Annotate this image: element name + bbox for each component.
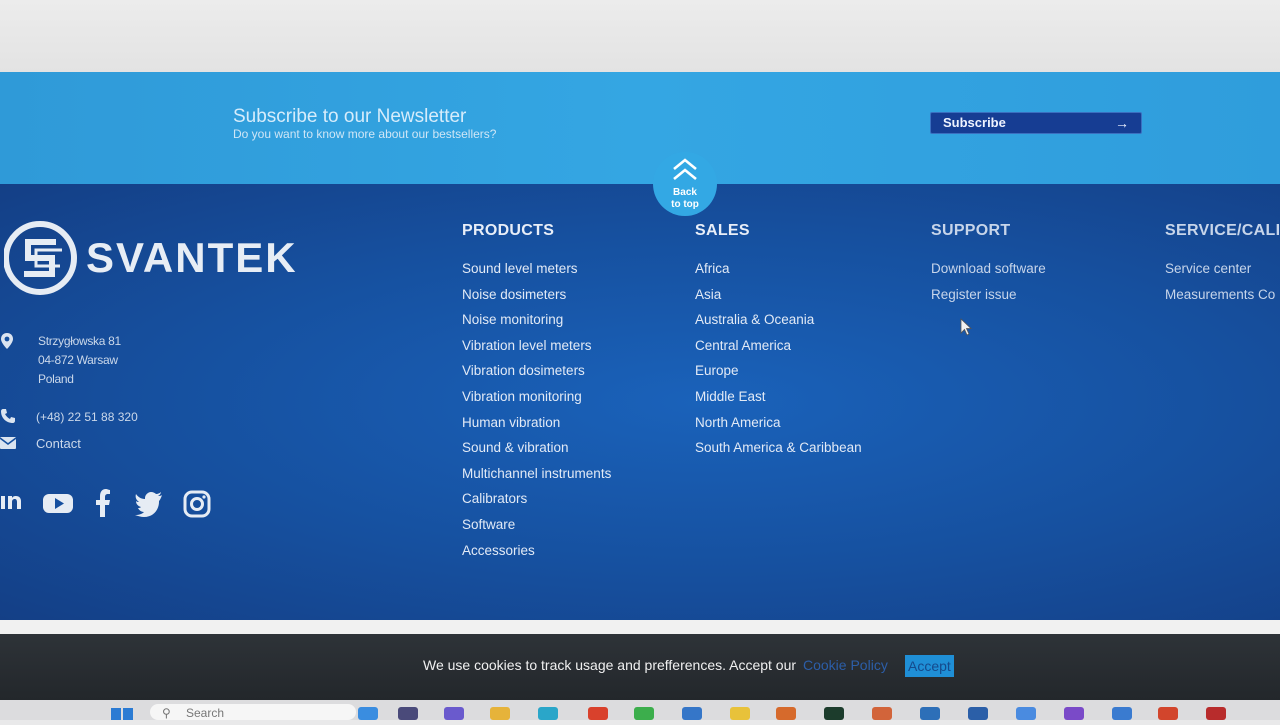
cookie-consent-bar: We use cookies to track usage and preffe… [0, 634, 1280, 700]
products-link[interactable]: Calibrators [462, 490, 611, 516]
products-link[interactable]: Human vibration [462, 414, 611, 440]
newsletter-subtitle: Do you want to know more about our bests… [233, 127, 497, 141]
taskbar-search-placeholder: Search [186, 706, 225, 720]
os-taskbar: ⚲ Search [0, 700, 1280, 720]
taskbar-app-icon[interactable] [682, 707, 702, 720]
products-link[interactable]: Vibration level meters [462, 337, 611, 363]
products-heading: PRODUCTS [462, 222, 555, 239]
taskbar-app-icon[interactable] [1112, 707, 1132, 720]
taskbar-app-icon[interactable] [634, 707, 654, 720]
products-link[interactable]: Software [462, 516, 611, 542]
brand-name: SVANTEK [86, 234, 298, 281]
products-column: PRODUCTS Sound level meters Noise dosime… [462, 222, 611, 567]
phone-number[interactable]: (+48) 22 51 88 320 [36, 410, 138, 424]
taskbar-app-icon[interactable] [1158, 707, 1178, 720]
taskbar-app-icon[interactable] [824, 707, 844, 720]
phone-icon [0, 408, 16, 429]
taskbar-app-icon[interactable] [490, 707, 510, 720]
service-link[interactable]: Service center [1165, 260, 1280, 286]
products-link[interactable]: Multichannel instruments [462, 465, 611, 491]
service-column: SERVICE/CALI Service center Measurements… [1165, 222, 1280, 311]
taskbar-app-icon[interactable] [872, 707, 892, 720]
back-to-top-label: Back to top [671, 187, 699, 210]
products-link[interactable]: Noise monitoring [462, 311, 611, 337]
sales-region-link[interactable]: Europe [695, 362, 862, 388]
facebook-icon[interactable] [92, 487, 114, 519]
contact-link[interactable]: Contact [36, 436, 81, 451]
taskbar-app-icon[interactable] [920, 707, 940, 720]
support-link[interactable]: Register issue [931, 286, 1046, 312]
products-link[interactable]: Vibration monitoring [462, 388, 611, 414]
products-link[interactable]: Accessories [462, 542, 611, 568]
mouse-cursor-icon [960, 318, 973, 341]
products-link[interactable]: Sound & vibration [462, 439, 611, 465]
search-icon: ⚲ [162, 706, 171, 720]
instagram-icon[interactable] [183, 487, 211, 519]
youtube-icon[interactable] [42, 487, 74, 519]
svantek-logo-mark [4, 221, 77, 295]
sales-region-link[interactable]: Middle East [695, 388, 862, 414]
newsletter-section: Subscribe to our Newsletter Do you want … [0, 72, 1280, 184]
taskbar-app-icon[interactable] [776, 707, 796, 720]
cookie-policy-link[interactable]: Cookie Policy [803, 657, 888, 673]
taskbar-app-icon[interactable] [730, 707, 750, 720]
taskbar-search-box[interactable]: ⚲ Search [150, 704, 356, 720]
service-link[interactable]: Measurements Co [1165, 286, 1280, 312]
back-to-top-button[interactable]: Back to top [653, 152, 717, 216]
twitter-icon[interactable] [134, 487, 164, 519]
cookie-message: We use cookies to track usage and preffe… [423, 657, 797, 673]
support-heading: SUPPORT [931, 222, 1011, 239]
products-link[interactable]: Sound level meters [462, 260, 611, 286]
taskbar-app-icon[interactable] [588, 707, 608, 720]
company-address: Strzygłowska 81 04-872 Warsaw Poland [38, 334, 121, 386]
sales-heading: SALES [695, 222, 750, 239]
cookie-accept-button[interactable]: Accept [905, 655, 954, 677]
taskbar-app-icon[interactable] [444, 707, 464, 720]
taskbar-app-icon[interactable] [398, 707, 418, 720]
taskbar-app-icon[interactable] [1206, 707, 1226, 720]
page-bottom-strip [0, 620, 1280, 634]
location-pin-icon [0, 332, 14, 355]
support-column: SUPPORT Download software Register issue [931, 222, 1046, 311]
subscribe-button-label: Subscribe [943, 115, 1006, 130]
sales-column: SALES Africa Asia Australia & Oceania Ce… [695, 222, 862, 465]
sales-region-link[interactable]: Australia & Oceania [695, 311, 862, 337]
taskbar-app-icon[interactable] [358, 707, 378, 720]
taskbar-app-icon[interactable] [1016, 707, 1036, 720]
sales-region-link[interactable]: South America & Caribbean [695, 439, 862, 465]
sales-region-link[interactable]: North America [695, 414, 862, 440]
windows-start-icon[interactable] [111, 706, 133, 720]
mail-icon [0, 436, 17, 454]
subscribe-button[interactable]: Subscribe → [930, 112, 1142, 134]
products-link[interactable]: Noise dosimeters [462, 286, 611, 312]
sales-region-link[interactable]: Asia [695, 286, 862, 312]
screen-top-bezel [0, 0, 1280, 72]
newsletter-title: Subscribe to our Newsletter [233, 106, 467, 127]
taskbar-app-icon[interactable] [1064, 707, 1084, 720]
site-footer: SVANTEK Strzygłowska 81 04-872 Warsaw Po… [0, 184, 1280, 620]
taskbar-app-icon[interactable] [968, 707, 988, 720]
sales-region-link[interactable]: Central America [695, 337, 862, 363]
taskbar-app-icon[interactable] [538, 707, 558, 720]
products-link[interactable]: Vibration dosimeters [462, 362, 611, 388]
linkedin-icon[interactable] [0, 487, 22, 519]
support-link[interactable]: Download software [931, 260, 1046, 286]
sales-region-link[interactable]: Africa [695, 260, 862, 286]
chevron-up-icon [673, 158, 697, 181]
service-heading: SERVICE/CALI [1165, 222, 1280, 239]
arrow-right-icon: → [1115, 115, 1129, 131]
